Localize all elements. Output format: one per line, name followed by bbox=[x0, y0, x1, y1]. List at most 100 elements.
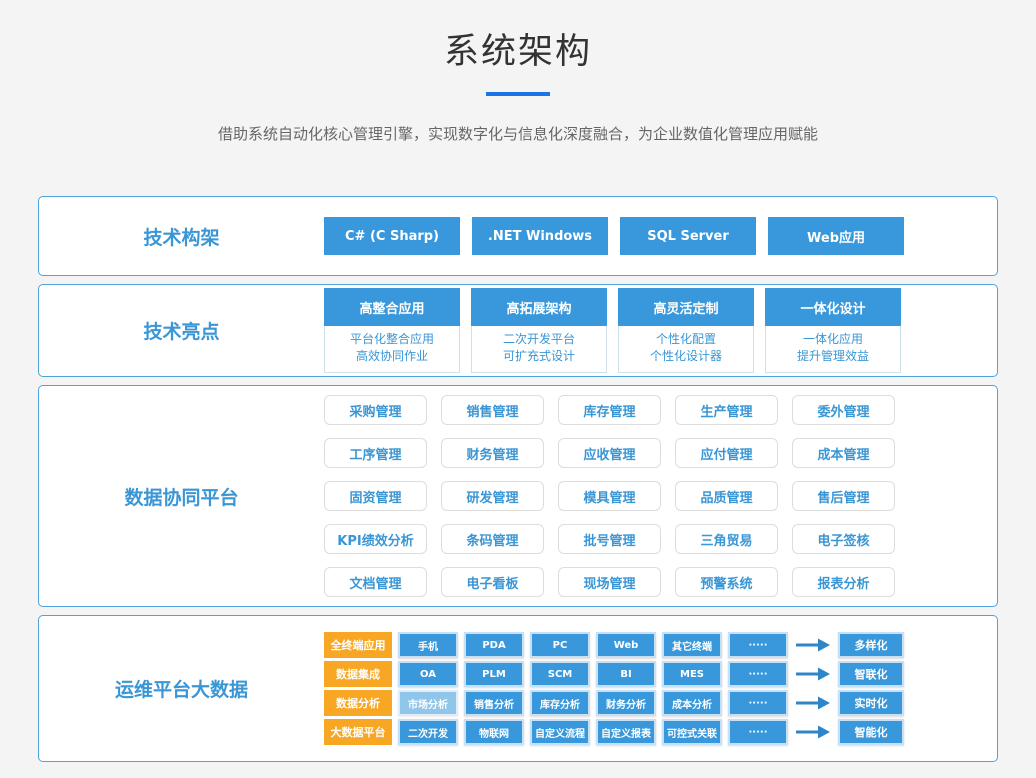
result-tag: 实时化 bbox=[838, 690, 904, 716]
highlight-card-line: 个性化配置 bbox=[619, 331, 753, 348]
highlight-card-title: 一体化设计 bbox=[765, 288, 901, 326]
module-chip: 文档管理 bbox=[324, 567, 427, 597]
highlight-card-body: 二次开发平台 可扩充式设计 bbox=[471, 326, 607, 373]
module-chip: 应付管理 bbox=[675, 438, 778, 468]
bigdata-item: PDA bbox=[464, 632, 524, 658]
bigdata-item: BI bbox=[596, 661, 656, 687]
bigdata-item: 手机 bbox=[398, 632, 458, 658]
module-chip: 现场管理 bbox=[558, 567, 661, 597]
bigdata-item: 其它终端 bbox=[662, 632, 722, 658]
page-title: 系统架构 bbox=[0, 23, 1036, 74]
highlight-card: 高拓展架构 二次开发平台 可扩充式设计 bbox=[471, 288, 607, 373]
bigdata-section: 运维平台大数据 全终端应用 手机 PDA PC Web 其它终端 ····· 多… bbox=[38, 615, 998, 762]
bigdata-item: 库存分析 bbox=[530, 690, 590, 716]
module-chip: 固资管理 bbox=[324, 481, 427, 511]
highlight-card-line: 二次开发平台 bbox=[472, 331, 606, 348]
bigdata-item-more: ····· bbox=[728, 690, 788, 716]
module-chip: 委外管理 bbox=[792, 395, 895, 425]
module-chip: 应收管理 bbox=[558, 438, 661, 468]
tech-stack-section-label: 技术构架 bbox=[39, 223, 324, 250]
tech-stack-item-csharp: C# (C Sharp) bbox=[324, 217, 460, 255]
module-chip: 批号管理 bbox=[558, 524, 661, 554]
result-tag: 多样化 bbox=[838, 632, 904, 658]
bigdata-item: 二次开发 bbox=[398, 719, 458, 745]
highlight-card-body: 个性化配置 个性化设计器 bbox=[618, 326, 754, 373]
module-chip: 工序管理 bbox=[324, 438, 427, 468]
tech-stack-row: C# (C Sharp) .NET Windows SQL Server Web… bbox=[324, 217, 904, 255]
tech-stack-item-dotnet: .NET Windows bbox=[472, 217, 608, 255]
module-chip: KPI绩效分析 bbox=[324, 524, 427, 554]
highlight-card-title: 高灵活定制 bbox=[618, 288, 754, 326]
highlight-card-title: 高整合应用 bbox=[324, 288, 460, 326]
page-subtitle: 借助系统自动化核心管理引擎，实现数字化与信息化深度融合，为企业数值化管理应用赋能 bbox=[0, 123, 1036, 144]
bigdata-item: 自定义流程 bbox=[530, 719, 590, 745]
bigdata-item: Web bbox=[596, 632, 656, 658]
module-chip: 预警系统 bbox=[675, 567, 778, 597]
module-chip: 成本管理 bbox=[792, 438, 895, 468]
module-chip: 模具管理 bbox=[558, 481, 661, 511]
highlights-section: 技术亮点 高整合应用 平台化整合应用 高效协同作业 高拓展架构 二次开发平台 可… bbox=[38, 284, 998, 377]
bigdata-section-label: 运维平台大数据 bbox=[39, 675, 324, 702]
bigdata-item: 可控式关联 bbox=[662, 719, 722, 745]
bigdata-item: 自定义报表 bbox=[596, 719, 656, 745]
result-tag: 智联化 bbox=[838, 661, 904, 687]
highlight-card-line: 个性化设计器 bbox=[619, 348, 753, 365]
tech-stack-item-web: Web应用 bbox=[768, 217, 904, 255]
bigdata-row: 数据分析 市场分析 销售分析 库存分析 财务分析 成本分析 ····· 实时化 bbox=[324, 690, 904, 716]
highlight-card-line: 可扩充式设计 bbox=[472, 348, 606, 365]
category-tag: 大数据平台 bbox=[324, 719, 392, 745]
bigdata-item: 财务分析 bbox=[596, 690, 656, 716]
module-chip: 财务管理 bbox=[441, 438, 544, 468]
module-chip: 生产管理 bbox=[675, 395, 778, 425]
module-chip: 条码管理 bbox=[441, 524, 544, 554]
arrow-right-icon bbox=[796, 696, 830, 710]
arrow-right-icon bbox=[796, 638, 830, 652]
bigdata-item-more: ····· bbox=[728, 661, 788, 687]
tech-stack-item-sqlserver: SQL Server bbox=[620, 217, 756, 255]
bigdata-rows: 全终端应用 手机 PDA PC Web 其它终端 ····· 多样化 数据集成 … bbox=[324, 632, 904, 745]
bigdata-item: 物联网 bbox=[464, 719, 524, 745]
highlight-card-line: 提升管理效益 bbox=[766, 348, 900, 365]
highlight-card-line: 高效协同作业 bbox=[325, 348, 459, 365]
highlight-card: 高灵活定制 个性化配置 个性化设计器 bbox=[618, 288, 754, 373]
category-tag: 数据分析 bbox=[324, 690, 392, 716]
bigdata-row: 大数据平台 二次开发 物联网 自定义流程 自定义报表 可控式关联 ····· 智… bbox=[324, 719, 904, 745]
module-chip: 销售管理 bbox=[441, 395, 544, 425]
bigdata-row: 数据集成 OA PLM SCM BI MES ····· 智联化 bbox=[324, 661, 904, 687]
tech-stack-section: 技术构架 C# (C Sharp) .NET Windows SQL Serve… bbox=[38, 196, 998, 276]
bigdata-item-more: ····· bbox=[728, 719, 788, 745]
highlight-card: 高整合应用 平台化整合应用 高效协同作业 bbox=[324, 288, 460, 373]
bigdata-item: PC bbox=[530, 632, 590, 658]
result-tag: 智能化 bbox=[838, 719, 904, 745]
module-chip: 电子看板 bbox=[441, 567, 544, 597]
highlight-card-title: 高拓展架构 bbox=[471, 288, 607, 326]
bigdata-item: OA bbox=[398, 661, 458, 687]
highlight-card: 一体化设计 一体化应用 提升管理效益 bbox=[765, 288, 901, 373]
bigdata-item: SCM bbox=[530, 661, 590, 687]
module-chip: 库存管理 bbox=[558, 395, 661, 425]
module-chip: 品质管理 bbox=[675, 481, 778, 511]
bigdata-item: 成本分析 bbox=[662, 690, 722, 716]
data-platform-section: 数据协同平台 采购管理 销售管理 库存管理 生产管理 委外管理 工序管理 财务管… bbox=[38, 385, 998, 607]
module-chip: 三角贸易 bbox=[675, 524, 778, 554]
highlight-card-body: 一体化应用 提升管理效益 bbox=[765, 326, 901, 373]
highlights-section-label: 技术亮点 bbox=[39, 317, 324, 344]
module-chip: 售后管理 bbox=[792, 481, 895, 511]
bigdata-row: 全终端应用 手机 PDA PC Web 其它终端 ····· 多样化 bbox=[324, 632, 904, 658]
bigdata-item: MES bbox=[662, 661, 722, 687]
bigdata-item: 销售分析 bbox=[464, 690, 524, 716]
bigdata-item: PLM bbox=[464, 661, 524, 687]
module-chip: 研发管理 bbox=[441, 481, 544, 511]
arrow-right-icon bbox=[796, 667, 830, 681]
module-grid: 采购管理 销售管理 库存管理 生产管理 委外管理 工序管理 财务管理 应收管理 … bbox=[324, 395, 895, 597]
module-chip: 采购管理 bbox=[324, 395, 427, 425]
architecture-diagram: 技术构架 C# (C Sharp) .NET Windows SQL Serve… bbox=[38, 196, 998, 762]
category-tag: 全终端应用 bbox=[324, 632, 392, 658]
bigdata-item-more: ····· bbox=[728, 632, 788, 658]
bigdata-item: 市场分析 bbox=[398, 690, 458, 716]
arrow-right-icon bbox=[796, 725, 830, 739]
highlight-card-body: 平台化整合应用 高效协同作业 bbox=[324, 326, 460, 373]
category-tag: 数据集成 bbox=[324, 661, 392, 687]
highlight-cards: 高整合应用 平台化整合应用 高效协同作业 高拓展架构 二次开发平台 可扩充式设计… bbox=[324, 288, 901, 373]
title-underline bbox=[486, 92, 550, 96]
